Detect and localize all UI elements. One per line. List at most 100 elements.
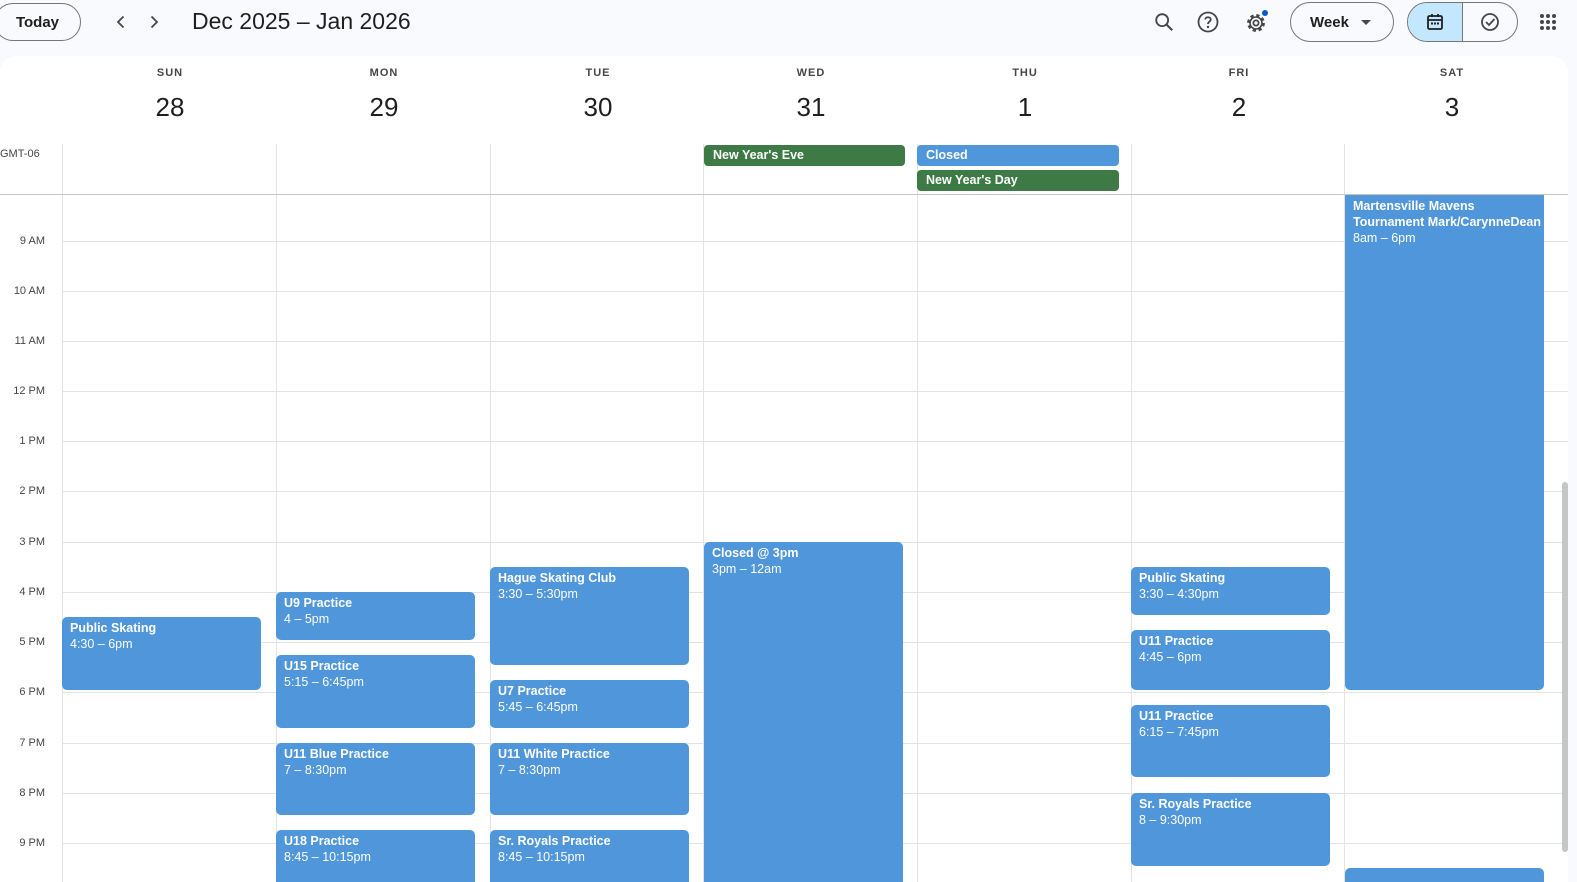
timezone-label: GMT-06 bbox=[0, 148, 40, 160]
hour-label: 6 PM bbox=[19, 686, 45, 698]
event-mon-u11-blue-practice[interactable]: U11 Blue Practice 7 – 8:30pm bbox=[276, 743, 475, 815]
help-button[interactable] bbox=[1194, 8, 1222, 36]
day-number[interactable]: 2 bbox=[1132, 92, 1346, 123]
search-icon bbox=[1155, 13, 1173, 31]
event-title: U9 Practice bbox=[284, 596, 353, 610]
calendar-view-button[interactable] bbox=[1408, 3, 1463, 41]
previous-week-button[interactable] bbox=[109, 10, 133, 34]
hour-label: 11 AM bbox=[14, 335, 45, 347]
help-icon bbox=[1197, 11, 1219, 33]
event-time: 3pm – 12am bbox=[712, 562, 782, 576]
view-selector-dropdown[interactable]: Week bbox=[1290, 2, 1394, 42]
day-number[interactable]: 30 bbox=[491, 92, 705, 123]
event-sat-martensville-mavens-tournament[interactable]: Martensville Mavens Tournament Mark/Cary… bbox=[1345, 195, 1544, 690]
day-number[interactable]: 28 bbox=[63, 92, 277, 123]
day-header-sun[interactable]: SUN 28 bbox=[63, 56, 277, 144]
search-button[interactable] bbox=[1150, 8, 1178, 36]
task-check-icon bbox=[1480, 13, 1499, 31]
event-time: 7 – 8:30pm bbox=[498, 763, 561, 777]
hour-label: 3 PM bbox=[19, 536, 45, 548]
tasks-view-button[interactable] bbox=[1463, 3, 1518, 41]
hour-label: 9 AM bbox=[19, 235, 45, 247]
day-number[interactable]: 1 bbox=[918, 92, 1132, 123]
event-tue-hague-skating-club[interactable]: Hague Skating Club 3:30 – 5:30pm bbox=[490, 567, 689, 665]
allday-event-new-years-eve[interactable]: New Year's Eve bbox=[704, 145, 905, 166]
day-header-wed[interactable]: WED 31 bbox=[704, 56, 918, 144]
chevron-right-icon bbox=[150, 15, 159, 29]
day-name: WED bbox=[796, 67, 826, 79]
event-fri-u11-practice-evening[interactable]: U11 Practice 6:15 – 7:45pm bbox=[1131, 705, 1330, 777]
settings-button[interactable] bbox=[1242, 8, 1270, 36]
event-time: 4:30 – 6pm bbox=[70, 637, 133, 651]
vertical-scrollbar[interactable] bbox=[1562, 482, 1568, 852]
day-number[interactable]: 29 bbox=[277, 92, 491, 123]
allday-event-new-years-day[interactable]: New Year's Day bbox=[917, 170, 1119, 191]
hour-line bbox=[62, 341, 1568, 342]
event-title: U11 Blue Practice bbox=[284, 747, 389, 761]
event-title: Sr. Royals Practice bbox=[498, 834, 611, 848]
gear-icon bbox=[1247, 10, 1268, 32]
event-title: U7 Practice bbox=[498, 684, 567, 698]
day-number[interactable]: 3 bbox=[1345, 92, 1559, 123]
event-time: 4:45 – 6pm bbox=[1139, 650, 1202, 664]
event-time: 3:30 – 4:30pm bbox=[1139, 587, 1219, 601]
event-title: U11 White Practice bbox=[498, 747, 610, 761]
event-wed-closed-at-3pm[interactable]: Closed @ 3pm 3pm – 12am bbox=[704, 542, 903, 882]
event-mon-u15-practice[interactable]: U15 Practice 5:15 – 6:45pm bbox=[276, 655, 475, 728]
event-title: Public Skating bbox=[70, 621, 157, 635]
event-time: 4 – 5pm bbox=[284, 612, 330, 626]
day-header-sat[interactable]: SAT 3 bbox=[1345, 56, 1559, 144]
event-mon-u18-practice[interactable]: U18 Practice 8:45 – 10:15pm bbox=[276, 830, 475, 882]
day-header-fri[interactable]: FRI 2 bbox=[1132, 56, 1346, 144]
hour-label: 8 PM bbox=[19, 787, 45, 799]
event-tue-u11-white-practice[interactable]: U11 White Practice 7 – 8:30pm bbox=[490, 743, 689, 815]
week-view: SUN 28 MON 29 TUE 30 WED 31 THU 1 FRI 2 … bbox=[0, 56, 1568, 882]
event-title: U11 Practice bbox=[1139, 634, 1214, 648]
hour-line bbox=[62, 241, 1568, 242]
event-title: Public Skating bbox=[1139, 571, 1226, 585]
hour-line bbox=[62, 291, 1568, 292]
event-time: 8 – 9:30pm bbox=[1139, 813, 1202, 827]
day-number[interactable]: 31 bbox=[704, 92, 918, 123]
event-tue-sr-royals-practice[interactable]: Sr. Royals Practice 8:45 – 10:15pm bbox=[490, 830, 689, 882]
event-time: 6:15 – 7:45pm bbox=[1139, 725, 1219, 739]
day-name: MON bbox=[369, 67, 399, 79]
chevron-left-icon bbox=[116, 15, 125, 29]
day-header-tue[interactable]: TUE 30 bbox=[491, 56, 705, 144]
event-sun-public-skating[interactable]: Public Skating 4:30 – 6pm bbox=[62, 617, 261, 690]
allday-event-closed[interactable]: Closed bbox=[917, 145, 1119, 166]
today-button[interactable]: Today bbox=[0, 3, 81, 41]
view-selector-label: Week bbox=[1310, 13, 1349, 31]
hour-label: 1 PM bbox=[19, 435, 45, 447]
hour-label: 9 PM bbox=[19, 837, 45, 849]
event-time: 3:30 – 5:30pm bbox=[498, 587, 578, 601]
next-week-button[interactable] bbox=[142, 10, 166, 34]
event-title: Closed @ 3pm bbox=[712, 546, 799, 560]
hour-label: 2 PM bbox=[19, 485, 45, 497]
event-fri-sr-royals-practice[interactable]: Sr. Royals Practice 8 – 9:30pm bbox=[1131, 793, 1330, 866]
day-header-mon[interactable]: MON 29 bbox=[277, 56, 491, 144]
day-header-thu[interactable]: THU 1 bbox=[918, 56, 1132, 144]
apps-launcher-button[interactable] bbox=[1534, 8, 1562, 36]
hour-label: 7 PM bbox=[19, 737, 45, 749]
event-sat-evening[interactable] bbox=[1345, 868, 1544, 882]
day-name: THU bbox=[1012, 67, 1038, 79]
hour-line bbox=[62, 441, 1568, 442]
event-title-continued: Tournament Mark/CarynneDean bbox=[1353, 215, 1542, 229]
event-time: 5:45 – 6:45pm bbox=[498, 700, 578, 714]
event-fri-public-skating[interactable]: Public Skating 3:30 – 4:30pm bbox=[1131, 567, 1330, 615]
day-name: FRI bbox=[1228, 67, 1250, 79]
event-fri-u11-practice[interactable]: U11 Practice 4:45 – 6pm bbox=[1131, 630, 1330, 690]
event-title: Hague Skating Club bbox=[498, 571, 617, 585]
event-time: 7 – 8:30pm bbox=[284, 763, 347, 777]
event-mon-u9-practice[interactable]: U9 Practice 4 – 5pm bbox=[276, 592, 475, 640]
apps-grid-icon bbox=[1540, 14, 1556, 30]
event-title: U11 Practice bbox=[1139, 709, 1214, 723]
event-time: 8:45 – 10:15pm bbox=[284, 850, 371, 864]
top-toolbar: Today Dec 2025 – Jan 2026 Week bbox=[0, 0, 1577, 56]
calendar-tasks-toggle bbox=[1407, 2, 1518, 42]
event-tue-u7-practice[interactable]: U7 Practice 5:45 – 6:45pm bbox=[490, 680, 689, 728]
time-grid[interactable]: 9 AM 10 AM 11 AM 12 PM 1 PM 2 PM 3 PM 4 … bbox=[0, 195, 1568, 882]
hour-label: 5 PM bbox=[19, 636, 45, 648]
date-range-title: Dec 2025 – Jan 2026 bbox=[192, 8, 411, 34]
